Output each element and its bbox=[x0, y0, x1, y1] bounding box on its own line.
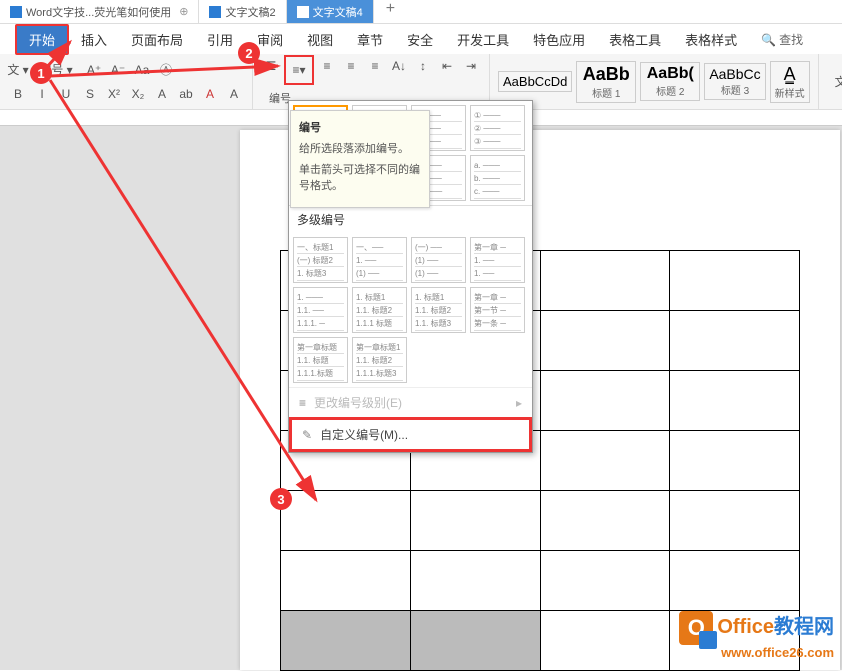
styles-gallery: AaBbCcDd AaBb标题 1 AaBb(标题 2 AaBbCc标题 3 A… bbox=[490, 54, 819, 109]
tab-close-icon[interactable]: ⊕ bbox=[179, 5, 188, 18]
menu-insert[interactable]: 插入 bbox=[69, 26, 119, 53]
numbering-option[interactable]: 1. ───1.1. ──1.1.1. ─ bbox=[293, 287, 348, 333]
italic[interactable]: I bbox=[31, 83, 53, 105]
numbering-option[interactable]: 第一章标题11.1. 标题21.1.1.标题3 bbox=[352, 337, 407, 383]
document-tabs: Word文字技...荧光笔如何使用 ⊕ 文字文稿2 文字文稿4 + bbox=[0, 0, 842, 24]
tab-doc3[interactable]: 文字文稿4 bbox=[287, 0, 374, 23]
menu-safe[interactable]: 安全 bbox=[395, 26, 445, 53]
font-family-dropdown[interactable]: 文 ▾ bbox=[7, 59, 29, 81]
tab-label: Word文字技...荧光笔如何使用 bbox=[26, 4, 171, 20]
align-center[interactable]: ≡ bbox=[340, 55, 362, 77]
shrink-font[interactable]: A⁻ bbox=[107, 59, 129, 81]
menu-ref[interactable]: 引用 bbox=[195, 26, 245, 53]
style-h3[interactable]: AaBbCc标题 3 bbox=[704, 63, 765, 100]
multilevel-header: 多级编号 bbox=[289, 205, 532, 233]
numbering-button[interactable]: ≡▾ bbox=[284, 55, 314, 85]
numbering-option[interactable]: 1. 标题11.1. 标题21.1. 标题3 bbox=[411, 287, 466, 333]
watermark: OOffice教程网 www.office26.com bbox=[679, 610, 834, 660]
search-icon: 🔍 bbox=[761, 33, 776, 47]
align-left[interactable]: ≡ bbox=[316, 55, 338, 77]
word-icon bbox=[10, 6, 22, 18]
menu-layout[interactable]: 页面布局 bbox=[119, 26, 195, 53]
tab-label: 文字文稿4 bbox=[313, 4, 363, 20]
menu-view[interactable]: 视图 bbox=[295, 26, 345, 53]
line-spacing[interactable]: ↕ bbox=[412, 55, 434, 77]
menu-search[interactable]: 🔍查找 bbox=[749, 27, 815, 52]
tab-add-button[interactable]: + bbox=[374, 0, 407, 23]
change-case[interactable]: Aa bbox=[131, 59, 153, 81]
tab-doc1[interactable]: Word文字技...荧光笔如何使用 ⊕ bbox=[0, 0, 199, 23]
custom-numbering-item[interactable]: ✎自定义编号(M)... bbox=[289, 417, 532, 452]
menu-table-tools[interactable]: 表格工具 bbox=[597, 26, 673, 53]
numbering-option[interactable]: 第一章标题1.1. 标题1.1.1.标题 bbox=[293, 337, 348, 383]
align-right[interactable]: ≡ bbox=[364, 55, 386, 77]
bold[interactable]: B bbox=[7, 83, 29, 105]
numbering-tooltip: 编号 给所选段落添加编号。 单击箭头可选择不同的编号格式。 bbox=[290, 110, 430, 208]
word-icon bbox=[297, 6, 309, 18]
tooltip-title: 编号 bbox=[299, 119, 421, 135]
strike[interactable]: S bbox=[79, 83, 101, 105]
tab-label: 文字文稿2 bbox=[225, 4, 275, 20]
numbering-option[interactable]: 1. 标题11.1. 标题21.1.1 标题 bbox=[352, 287, 407, 333]
multilevel-grid: 一、标题1(一) 标题21. 标题3一、──1. ──(1) ──(一) ──(… bbox=[289, 233, 532, 387]
font-color2[interactable]: A bbox=[199, 83, 221, 105]
superscript[interactable]: X² bbox=[103, 83, 125, 105]
font-color[interactable]: A bbox=[151, 83, 173, 105]
menu-dev[interactable]: 开发工具 bbox=[445, 26, 521, 53]
subscript[interactable]: X₂ bbox=[127, 83, 149, 105]
menu-table-style[interactable]: 表格样式 bbox=[673, 26, 749, 53]
list-icon: ≡ bbox=[299, 396, 306, 410]
annotation-3: 3 bbox=[270, 488, 292, 510]
menu-chapter[interactable]: 章节 bbox=[345, 26, 395, 53]
numbering-option[interactable]: 一、──1. ──(1) ── bbox=[352, 237, 407, 283]
sort[interactable]: A↓ bbox=[388, 55, 410, 77]
grow-font[interactable]: A⁺ bbox=[83, 59, 105, 81]
bullets[interactable]: ☰ bbox=[260, 55, 282, 77]
tab-doc2[interactable]: 文字文稿2 bbox=[199, 0, 286, 23]
annotation-2: 2 bbox=[238, 42, 260, 64]
style-normal[interactable]: AaBbCcDd bbox=[498, 71, 572, 92]
menu-special[interactable]: 特色应用 bbox=[521, 26, 597, 53]
text-tools[interactable]: 文 bbox=[826, 71, 842, 93]
style-h1[interactable]: AaBb标题 1 bbox=[576, 61, 636, 103]
indent-dec[interactable]: ⇤ bbox=[436, 55, 458, 77]
char-shading[interactable]: A bbox=[223, 83, 245, 105]
annotation-1: 1 bbox=[30, 62, 52, 84]
menu-start[interactable]: 开始 bbox=[15, 24, 69, 55]
highlight[interactable]: ab bbox=[175, 83, 197, 105]
numbering-option[interactable]: a. ───b. ───c. ─── bbox=[470, 155, 525, 201]
numbering-option[interactable]: 一、标题1(一) 标题21. 标题3 bbox=[293, 237, 348, 283]
new-style-button[interactable]: A͇新样式 bbox=[770, 61, 810, 103]
numbering-option[interactable]: ① ───② ───③ ─── bbox=[470, 105, 525, 151]
style-h2[interactable]: AaBb(标题 2 bbox=[640, 62, 700, 101]
numbering-option[interactable]: 第一章 ─第一节 ─第一条 ─ bbox=[470, 287, 525, 333]
word-icon bbox=[209, 6, 221, 18]
indent-inc[interactable]: ⇥ bbox=[460, 55, 482, 77]
numbering-option[interactable]: 第一章 ─1. ──1. ── bbox=[470, 237, 525, 283]
change-level-item: ≡更改编号级别(E)▸ bbox=[289, 387, 532, 417]
watermark-icon: O bbox=[679, 611, 713, 645]
menu-bar: 开始 插入 页面布局 引用 审阅 视图 章节 安全 开发工具 特色应用 表格工具… bbox=[0, 24, 842, 54]
numbering-option[interactable]: (一) ──(1) ──(1) ── bbox=[411, 237, 466, 283]
clear-format[interactable]: Ⓐ bbox=[155, 59, 177, 81]
pencil-icon: ✎ bbox=[302, 428, 312, 442]
underline[interactable]: U bbox=[55, 83, 77, 105]
